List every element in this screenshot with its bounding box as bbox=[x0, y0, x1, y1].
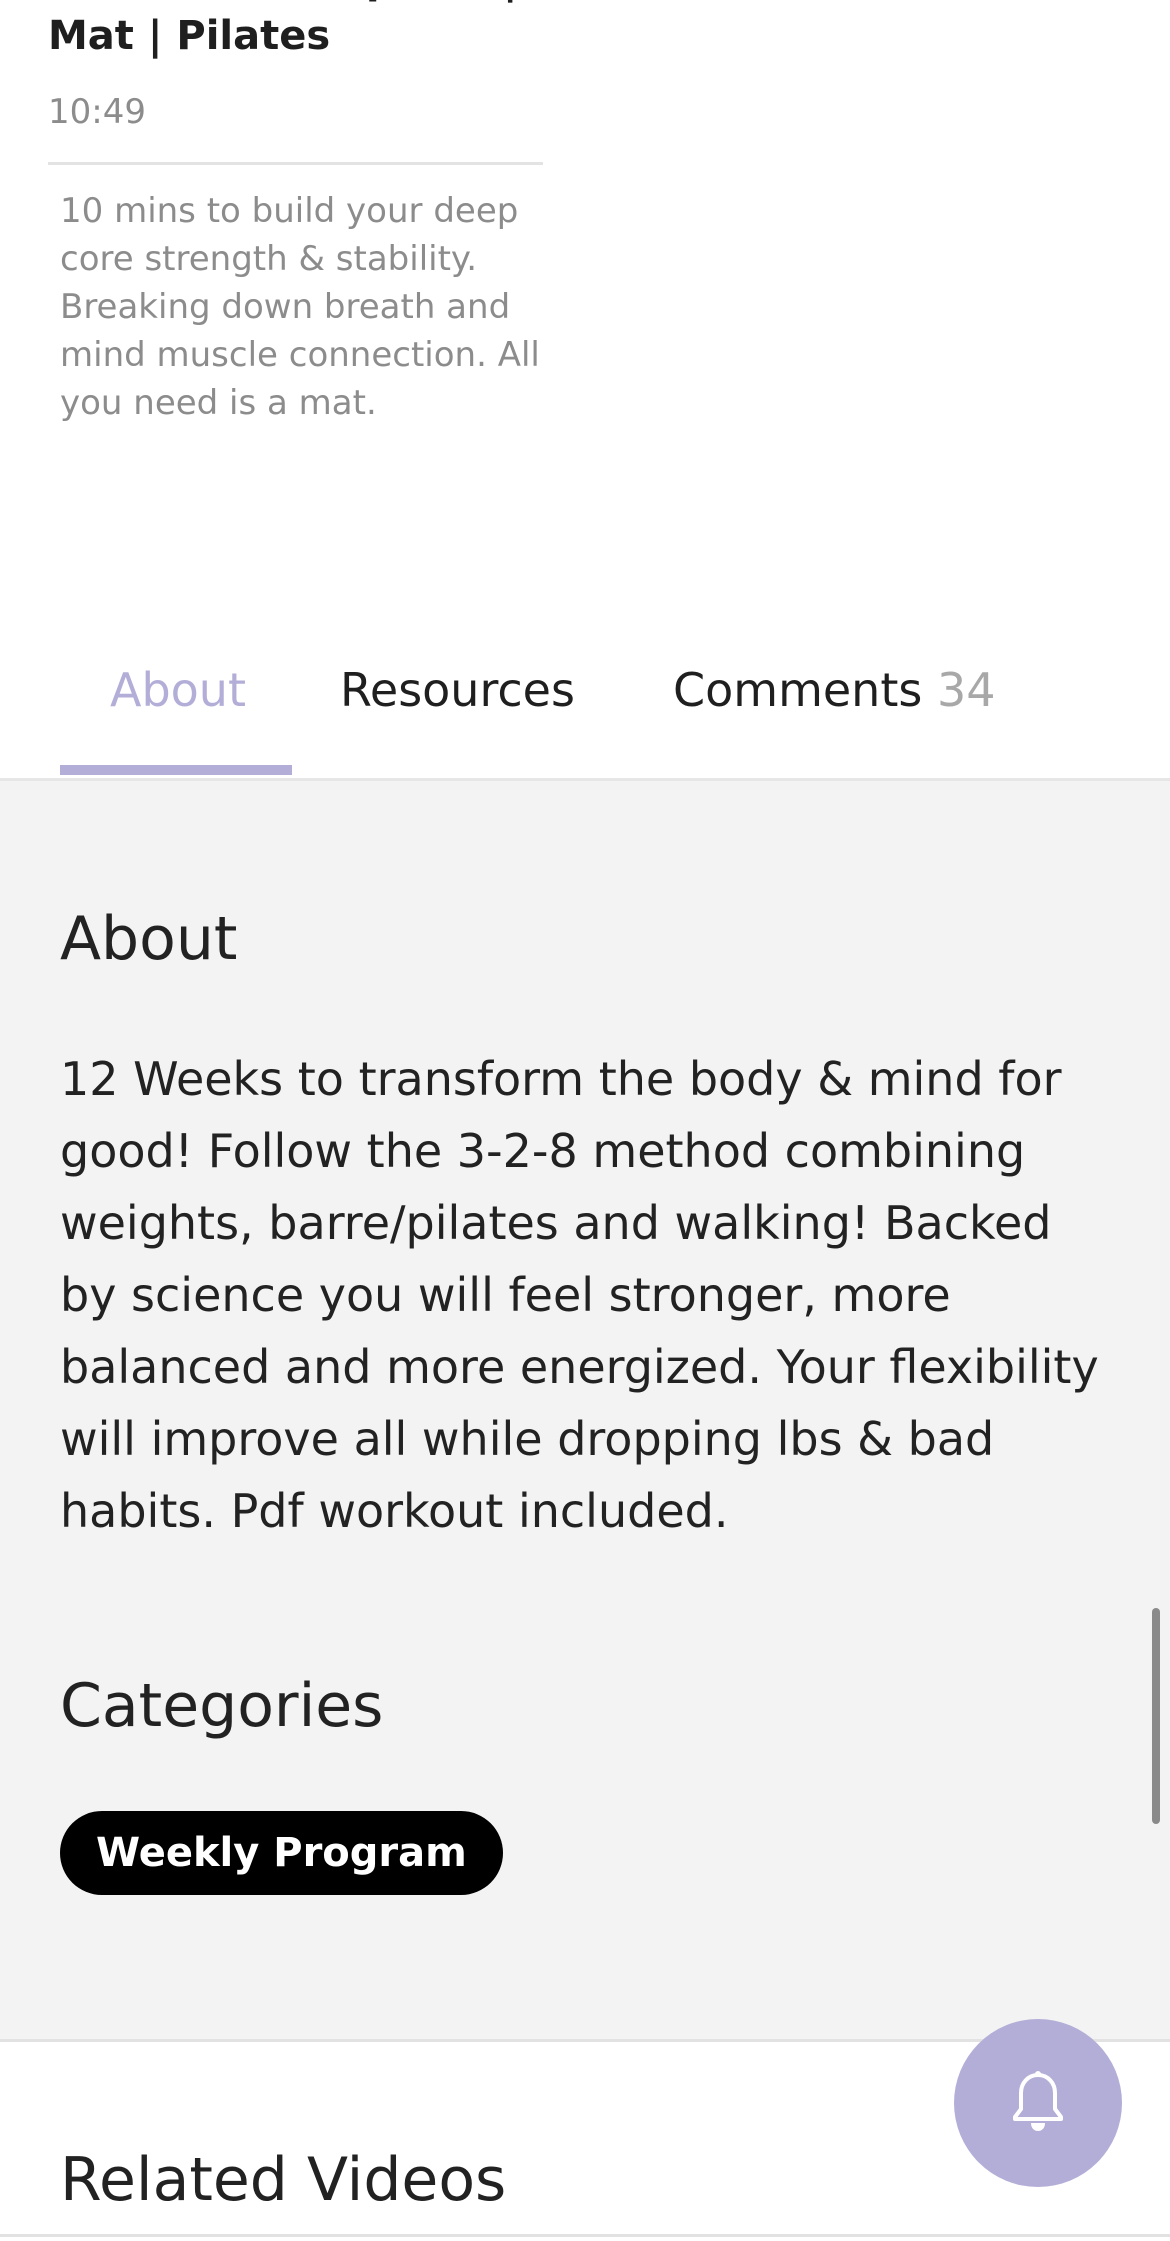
video-description: 10 mins to build your deep core strength… bbox=[60, 191, 540, 423]
tab-bar: About Resources Comments 34 bbox=[0, 620, 1170, 781]
tab-comments[interactable]: Comments 34 bbox=[673, 640, 996, 740]
comments-count-badge: 34 bbox=[936, 663, 996, 717]
scrollbar-thumb[interactable] bbox=[1152, 1608, 1160, 1824]
category-pill-weekly-program[interactable]: Weekly Program bbox=[60, 1811, 503, 1895]
video-title[interactable]: 10 min Abs Express | Mat | Pilates bbox=[48, 0, 543, 64]
bottom-divider bbox=[0, 2234, 1170, 2237]
notification-button[interactable] bbox=[954, 2019, 1122, 2187]
tab-comments-label: Comments bbox=[673, 663, 923, 717]
about-body-text: 12 Weeks to transform the body & mind fo… bbox=[60, 1052, 1099, 1538]
related-videos-heading: Related Videos bbox=[60, 2145, 507, 2215]
active-tab-indicator bbox=[60, 765, 292, 775]
about-section: About 12 Weeks to transform the body & m… bbox=[0, 781, 1170, 2042]
tab-resources[interactable]: Resources bbox=[340, 640, 575, 740]
about-heading: About bbox=[60, 904, 238, 974]
categories-heading: Categories bbox=[60, 1671, 384, 1741]
tab-about[interactable]: About bbox=[110, 640, 246, 740]
bell-icon bbox=[1013, 2071, 1063, 2131]
video-duration: 10:49 bbox=[48, 92, 146, 132]
video-divider bbox=[48, 162, 543, 165]
